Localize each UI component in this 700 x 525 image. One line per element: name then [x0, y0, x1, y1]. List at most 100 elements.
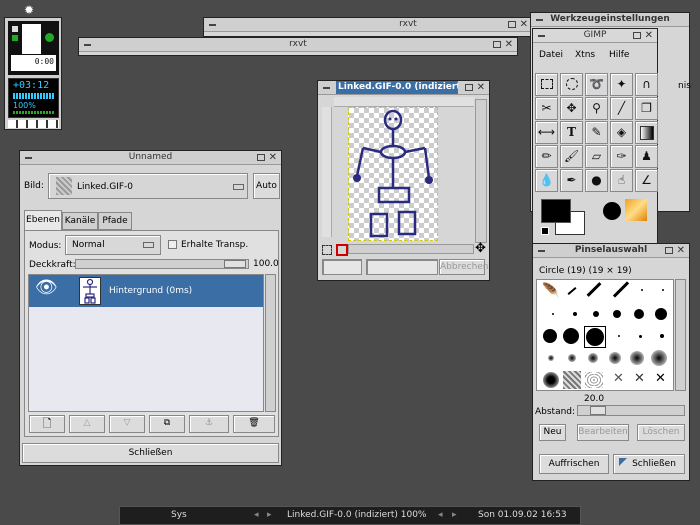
prev-window-icon[interactable]: ◂: [438, 507, 443, 524]
new-layer-button[interactable]: 🗋: [29, 415, 65, 433]
minimize-icon[interactable]: [538, 250, 545, 252]
brush-feather-icon[interactable]: 🪶: [542, 283, 559, 299]
close-icon[interactable]: ✕: [477, 81, 485, 94]
prev-workspace-icon[interactable]: ◂: [254, 507, 259, 524]
opacity-slider-thumb[interactable]: [224, 260, 246, 268]
brush-texture[interactable]: [585, 372, 603, 388]
workspace-name[interactable]: Sys: [171, 507, 187, 524]
delete-brush-button[interactable]: Löschen: [637, 424, 685, 441]
dodge-burn-tool[interactable]: ●: [585, 169, 608, 192]
brush-stroke[interactable]: [567, 287, 577, 295]
brush-circle-19-selected[interactable]: [584, 326, 606, 348]
spacing-slider[interactable]: [577, 405, 685, 416]
brush-circle[interactable]: [662, 289, 664, 291]
desktop-sun-icon[interactable]: ✹: [24, 3, 34, 17]
opacity-slider[interactable]: [75, 259, 249, 269]
raise-layer-button[interactable]: △: [69, 415, 105, 433]
maximize-icon[interactable]: [257, 154, 265, 161]
keep-transparency-checkbox[interactable]: [168, 240, 177, 249]
lower-layer-button[interactable]: ▽: [109, 415, 145, 433]
color-picker-tool[interactable]: ✎: [585, 121, 608, 144]
brush-texture[interactable]: [563, 371, 581, 389]
brush-circle[interactable]: [552, 313, 554, 315]
next-workspace-icon[interactable]: ▸: [267, 507, 272, 524]
flip-tool[interactable]: ⟷: [535, 121, 558, 144]
brush-circle[interactable]: [543, 329, 557, 343]
minimize-icon[interactable]: [538, 35, 545, 37]
ellipse-select-tool[interactable]: [560, 73, 583, 96]
auto-button[interactable]: Auto: [253, 173, 280, 199]
abort-button[interactable]: Abbrechen: [439, 259, 489, 275]
brush-circle[interactable]: [563, 328, 579, 344]
dropdown-arrow-icon[interactable]: [233, 184, 244, 190]
minimize-icon[interactable]: [323, 87, 330, 89]
brush-cross[interactable]: ✕: [655, 371, 666, 386]
image-window[interactable]: Linked.GIF-0.0 (indiziert) 1 ✕: [317, 80, 490, 281]
brush-fuzzy[interactable]: [548, 355, 554, 361]
menu-hilfe[interactable]: Hilfe: [609, 50, 629, 60]
vertical-scrollbar[interactable]: [475, 99, 487, 243]
paintbrush-tool[interactable]: 🖌: [560, 145, 583, 168]
airbrush-tool[interactable]: ✑: [610, 145, 633, 168]
gimp-toolbox-window[interactable]: GIMP ✕ Datei Xtns Hilfe ➰ ✦ ∩ ✂ ✥ ⚲ ╱ ❐ …: [532, 28, 658, 244]
mode-select[interactable]: Normal: [65, 235, 161, 255]
maximize-icon[interactable]: [633, 32, 641, 39]
eye-visibility-icon[interactable]: 👁: [35, 277, 58, 298]
scissors-select-tool[interactable]: ∩: [635, 73, 658, 96]
close-button[interactable]: Schließen: [613, 454, 685, 474]
close-icon[interactable]: ✕: [645, 29, 653, 42]
delete-layer-button[interactable]: 🗑: [233, 415, 275, 433]
close-icon[interactable]: ✕: [269, 151, 277, 164]
brush-fuzzy[interactable]: [609, 352, 621, 364]
brush-cross[interactable]: ✕: [634, 371, 645, 386]
edit-brush-button[interactable]: Bearbeiten: [577, 424, 629, 441]
layer-row[interactable]: 👁 Hintergrund (0ms): [29, 275, 263, 307]
clone-tool[interactable]: ♟: [635, 145, 658, 168]
brush-selection-window[interactable]: Pinselauswahl ✕ Circle (19) (19 × 19) 🪶: [532, 243, 690, 481]
maximize-icon[interactable]: [493, 41, 501, 48]
foreground-color-swatch[interactable]: [541, 199, 571, 223]
tab-ebenen[interactable]: Ebenen: [24, 210, 62, 230]
maximize-icon[interactable]: [465, 84, 473, 91]
measure-tool[interactable]: ∠: [635, 169, 658, 192]
brush-fuzzy[interactable]: [651, 350, 667, 366]
ink-tool[interactable]: ✒: [560, 169, 583, 192]
brush-circle[interactable]: [639, 335, 642, 338]
navigate-icon[interactable]: ✥: [475, 241, 486, 256]
brush-fuzzy[interactable]: [568, 354, 576, 362]
close-icon[interactable]: ✕: [677, 244, 685, 257]
taskbar-window-title[interactable]: Linked.GIF-0.0 (indiziert) 100%: [287, 507, 426, 524]
maximize-icon[interactable]: [665, 247, 673, 254]
layer-list-scrollbar[interactable]: [265, 274, 276, 412]
brush-stroke[interactable]: [586, 282, 602, 297]
move-tool[interactable]: ✥: [560, 97, 583, 120]
spacing-slider-thumb[interactable]: [590, 406, 606, 415]
rect-select-tool[interactable]: [535, 73, 558, 96]
duplicate-layer-button[interactable]: ⧉: [149, 415, 185, 433]
smudge-tool[interactable]: ☝: [610, 169, 633, 192]
brush-fuzzy[interactable]: [543, 372, 559, 388]
rxvt-window-back[interactable]: rxvt ✕: [203, 17, 533, 37]
brush-circle[interactable]: [618, 335, 620, 337]
rxvt-window-front[interactable]: rxvt ✕: [78, 37, 518, 56]
brush-stroke[interactable]: [612, 281, 630, 298]
next-window-icon[interactable]: ▸: [452, 507, 457, 524]
default-colors-icon[interactable]: [541, 227, 549, 235]
text-tool[interactable]: T: [560, 121, 583, 144]
new-brush-button[interactable]: Neu: [539, 424, 566, 441]
layer-list[interactable]: 👁 Hintergrund (0ms): [28, 274, 264, 412]
transform-tool[interactable]: ❐: [635, 97, 658, 120]
active-brush-pattern[interactable]: [601, 199, 651, 225]
canvas-area[interactable]: [348, 107, 438, 241]
brush-circle[interactable]: [641, 289, 643, 291]
horizontal-scrollbar[interactable]: [348, 244, 474, 254]
lasso-tool[interactable]: ➰: [585, 73, 608, 96]
magic-wand-tool[interactable]: ✦: [610, 73, 633, 96]
brush-circle[interactable]: [573, 312, 577, 316]
brush-grid[interactable]: 🪶 ✕ ✕ ✕: [536, 279, 674, 391]
brush-circle[interactable]: [634, 309, 644, 319]
menu-datei[interactable]: Datei: [539, 50, 563, 60]
refresh-button[interactable]: Auffrischen: [539, 454, 609, 474]
crop-tool[interactable]: ╱: [610, 97, 633, 120]
image-selector[interactable]: Linked.GIF-0: [48, 173, 248, 199]
